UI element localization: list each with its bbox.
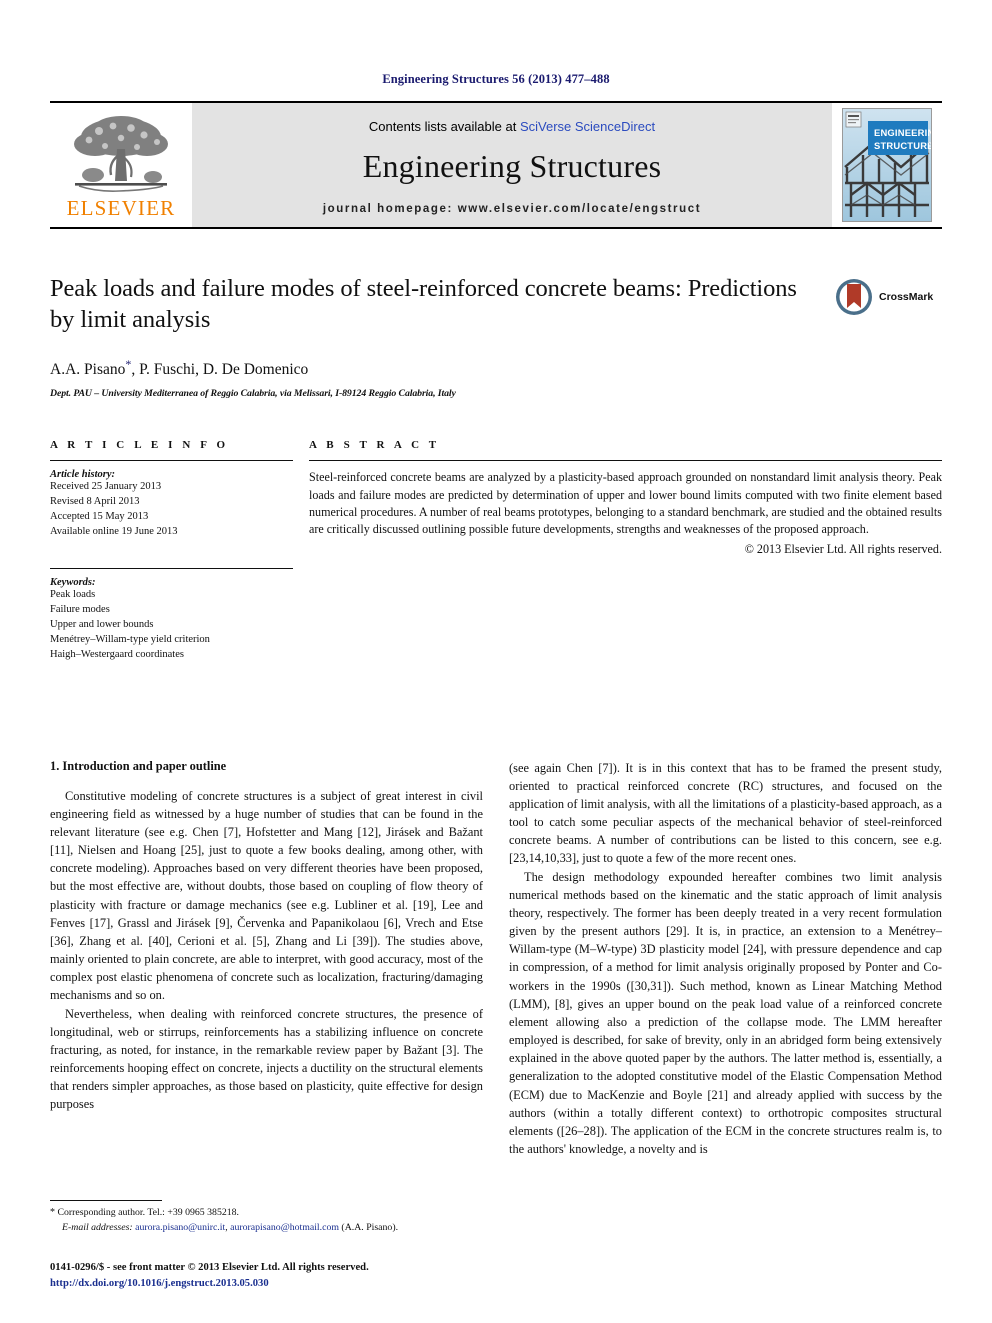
cover-artwork-icon: ENGINEERING STRUCTURES: [843, 109, 931, 221]
right-column: (see again Chen [7]). It is in this cont…: [509, 759, 942, 1159]
abstract-copyright: © 2013 Elsevier Ltd. All rights reserved…: [744, 541, 942, 556]
footnote-divider: [50, 1200, 162, 1202]
contents-prefix: Contents lists available at: [368, 119, 520, 134]
email-label: E-mail addresses:: [62, 1221, 133, 1233]
history-revised: Revised 8 April 2013: [50, 496, 140, 508]
email-note: E-mail addresses: aurora.pisano@unirc.it…: [50, 1221, 483, 1235]
left-column: 1. Introduction and paper outline Consti…: [50, 759, 483, 1159]
abstract-column: A B S T R A C T Steel-reinforced concret…: [309, 439, 942, 662]
abstract-heading: A B S T R A C T: [309, 439, 440, 452]
keyword-item: Menétrey–Willam-type yield criterion: [50, 633, 210, 645]
keyword-item: Upper and lower bounds: [50, 618, 154, 630]
issn-copyright-line: 0141-0296/$ - see front matter © 2013 El…: [50, 1262, 369, 1274]
masthead-center: Contents lists available at SciVerse Sci…: [192, 103, 832, 227]
divider: [50, 460, 293, 462]
crossmark-badge[interactable]: CrossMark: [834, 275, 942, 319]
journal-title: Engineering Structures: [362, 148, 662, 184]
corresponding-author-text: Corresponding author. Tel.: +39 0965 385…: [57, 1207, 239, 1219]
body-columns: 1. Introduction and paper outline Consti…: [50, 759, 942, 1159]
page-title: Peak loads and failure modes of steel-re…: [50, 275, 797, 334]
paragraph: (see again Chen [7]). It is in this cont…: [509, 760, 942, 866]
footnote-block: * Corresponding author. Tel.: +39 0965 3…: [50, 1200, 483, 1235]
history-online: Available online 19 June 2013: [50, 526, 178, 538]
journal-cover-thumbnail: ENGINEERING STRUCTURES: [832, 103, 942, 227]
article-info-column: A R T I C L E I N F O Article history: R…: [50, 439, 293, 662]
cover-title-line2: STRUCTURES: [874, 140, 931, 151]
elsevier-tree-icon: [74, 116, 168, 192]
journal-homepage[interactable]: journal homepage: www.elsevier.com/locat…: [323, 203, 701, 215]
keyword-item: Peak loads: [50, 589, 96, 600]
abstract-text: Steel-reinforced concrete beams are anal…: [309, 470, 942, 537]
corresponding-author-note: * Corresponding author. Tel.: +39 0965 3…: [50, 1206, 483, 1221]
article-page: Engineering Structures 56 (2013) 477–488: [0, 0, 992, 1323]
footnote-marker: *: [50, 1207, 55, 1219]
author-first: A.A. Pisano: [50, 361, 126, 379]
info-abstract-section: A R T I C L E I N F O Article history: R…: [50, 439, 942, 662]
cover-title-line1: ENGINEERING: [874, 127, 931, 138]
history-received: Received 25 January 2013: [50, 481, 162, 493]
history-accepted: Accepted 15 May 2013: [50, 511, 149, 523]
section-heading-introduction: 1. Introduction and paper outline: [50, 758, 227, 773]
divider: [309, 460, 942, 462]
article-history-label: Article history:: [50, 469, 116, 481]
keywords-label: Keywords:: [50, 577, 96, 588]
divider: [50, 568, 293, 569]
crossmark-label: CrossMark: [879, 291, 934, 303]
author-list: A.A. Pisano*, P. Fuschi, D. De Domenico: [50, 357, 942, 379]
author-rest: , P. Fuschi, D. De Domenico: [131, 361, 309, 379]
doi-link[interactable]: http://dx.doi.org/10.1016/j.engstruct.20…: [50, 1276, 650, 1291]
running-head: Engineering Structures 56 (2013) 477–488: [382, 72, 610, 86]
paragraph: Nevertheless, when dealing with reinforc…: [50, 1006, 483, 1112]
contents-available-line: Contents lists available at SciVerse Sci…: [369, 119, 655, 134]
title-block: Peak loads and failure modes of steel-re…: [50, 273, 942, 399]
email-link-primary[interactable]: aurora.pisano@unirc.it: [135, 1222, 225, 1233]
keyword-item: Failure modes: [50, 603, 110, 615]
paragraph: Constitutive modeling of concrete struct…: [50, 788, 483, 1003]
elsevier-wordmark: ELSEVIER: [66, 196, 176, 220]
affiliation: Dept. PAU – University Mediterranea of R…: [50, 388, 456, 400]
email-suffix: (A.A. Pisano).: [338, 1221, 399, 1233]
cover-image: ENGINEERING STRUCTURES: [842, 108, 932, 222]
article-info-heading: A R T I C L E I N F O: [50, 439, 229, 452]
keyword-item: Haigh–Westergaard coordinates: [50, 648, 184, 660]
email-link-secondary[interactable]: aurorapisano@hotmail.com: [230, 1222, 339, 1233]
footer-block: 0141-0296/$ - see front matter © 2013 El…: [50, 1260, 650, 1291]
elsevier-logo: ELSEVIER: [50, 103, 192, 227]
sciencedirect-link[interactable]: SciVerse ScienceDirect: [520, 119, 655, 134]
journal-masthead: ELSEVIER Contents lists available at Sci…: [50, 101, 942, 229]
crossmark-icon: [836, 279, 872, 315]
paragraph: The design methodology expounded hereaft…: [509, 869, 942, 1157]
